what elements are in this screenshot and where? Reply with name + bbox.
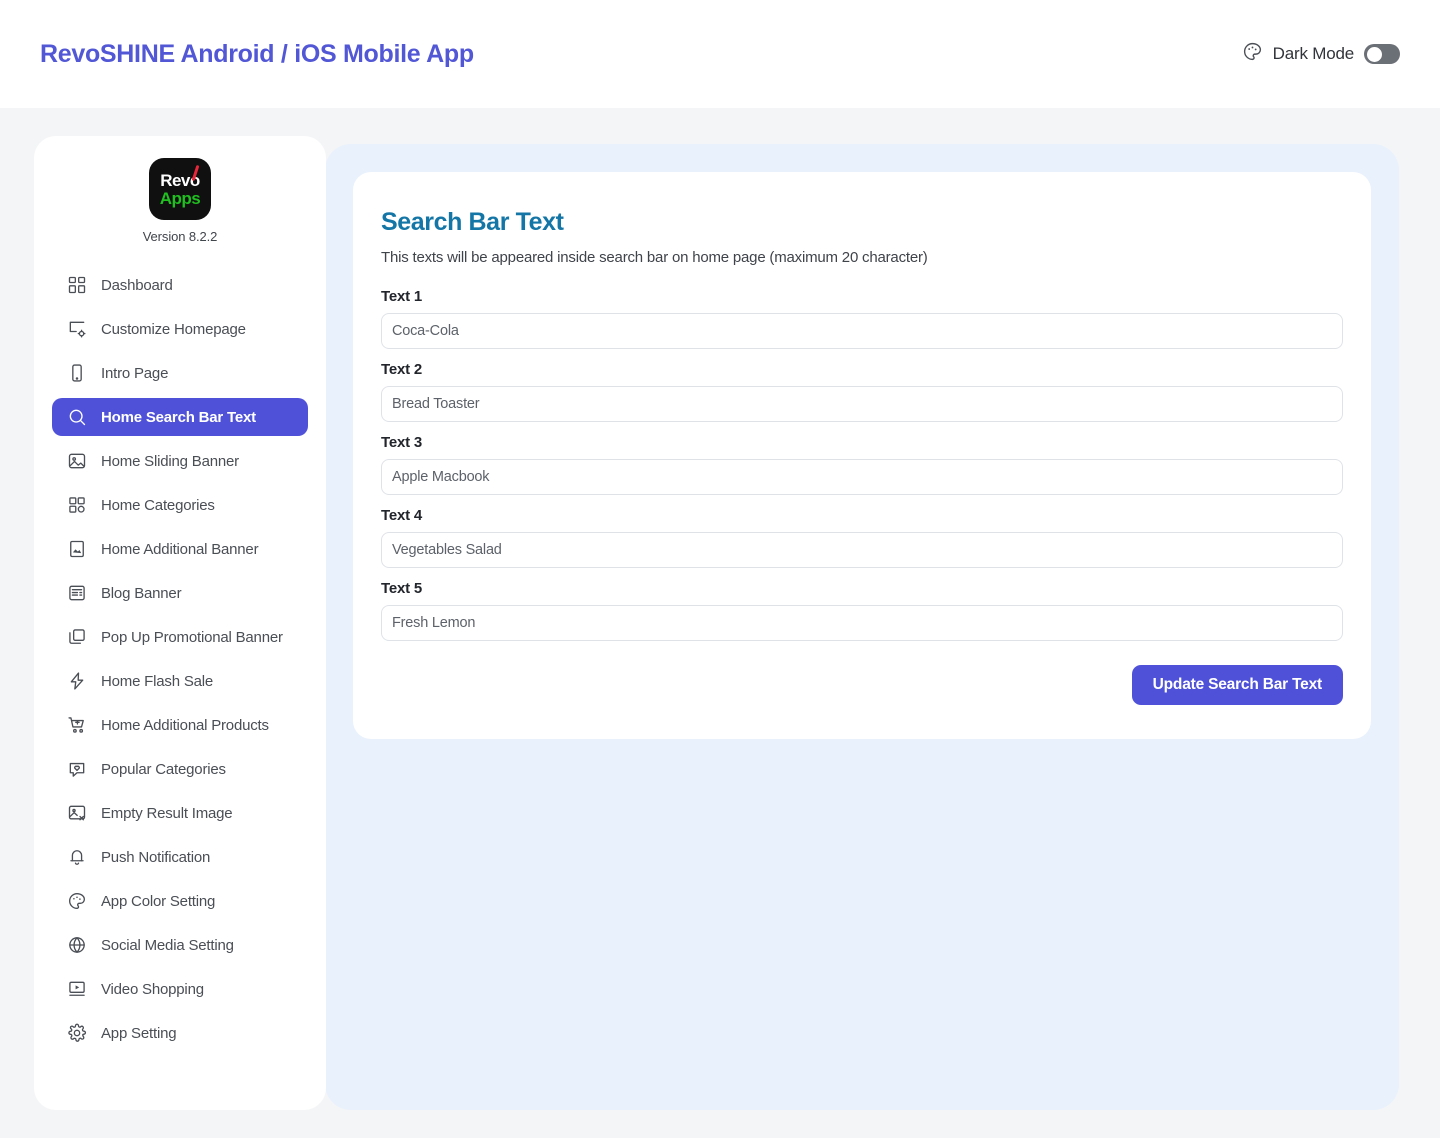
palette-icon — [66, 891, 87, 912]
content-panel: Search Bar Text This texts will be appea… — [325, 144, 1399, 1110]
update-search-bar-text-button[interactable]: Update Search Bar Text — [1131, 665, 1343, 705]
globe-icon — [66, 935, 87, 956]
sidebar-item-intro-page[interactable]: Intro Page — [52, 354, 308, 392]
picture-frame-icon — [66, 539, 87, 560]
cart-plus-icon — [66, 715, 87, 736]
sidebar-item-label: Home Categories — [101, 496, 215, 514]
sidebar-item-app-setting[interactable]: App Setting — [52, 1014, 308, 1052]
field-label-5: Text 5 — [381, 580, 423, 597]
dark-mode-control[interactable]: Dark Mode — [1242, 41, 1400, 67]
sidebar-item-home-additional-products[interactable]: Home Additional Products — [52, 706, 308, 744]
version-label: Version 8.2.2 — [142, 229, 218, 244]
page-title: RevoSHINE Android / iOS Mobile App — [40, 39, 474, 68]
sidebar-item-label: App Setting — [101, 1024, 177, 1042]
sidebar-item-label: Home Flash Sale — [101, 672, 214, 690]
mobile-phone-icon — [66, 363, 87, 384]
sidebar-item-label: Intro Page — [101, 364, 169, 382]
sidebar-item-label: Home Sliding Banner — [101, 452, 239, 470]
sidebar-item-label: Pop Up Promotional Banner — [101, 628, 283, 646]
card-title: Search Bar Text — [381, 208, 564, 236]
card-actions: Update Search Bar Text — [381, 665, 1343, 705]
sidebar-item-label: Blog Banner — [101, 584, 182, 602]
search-text-input-2[interactable] — [381, 386, 1343, 422]
field-group-1: Text 1 — [381, 288, 1343, 349]
field-group-5: Text 5 — [381, 580, 1343, 641]
field-label-4: Text 4 — [381, 507, 423, 524]
windows-stack-icon — [66, 627, 87, 648]
sidebar-item-home-categories[interactable]: Home Categories — [52, 486, 308, 524]
sidebar-item-home-additional-banner[interactable]: Home Additional Banner — [52, 530, 308, 568]
dark-mode-toggle[interactable] — [1364, 44, 1400, 64]
sidebar-item-label: Dashboard — [101, 276, 173, 294]
field-group-4: Text 4 — [381, 507, 1343, 568]
sidebar-item-blog-banner[interactable]: Blog Banner — [52, 574, 308, 612]
dark-mode-label: Dark Mode — [1272, 44, 1355, 63]
search-text-fields: Text 1 Text 2 Text 3 Text 4 Text 5 — [381, 288, 1343, 641]
sidebar-item-home-sliding-banner[interactable]: Home Sliding Banner — [52, 442, 308, 480]
logo-line-2: Apps — [159, 188, 201, 208]
sidebar-item-label: Push Notification — [101, 848, 211, 866]
lightning-bolt-icon — [66, 671, 87, 692]
sidebar-item-label: Video Shopping — [101, 980, 204, 998]
card-description: This texts will be appeared inside searc… — [381, 249, 928, 266]
palette-icon — [1242, 41, 1263, 67]
app-logo-block: Revo Apps Version 8.2.2 — [34, 158, 326, 266]
sidebar-item-popular-categories[interactable]: Popular Categories — [52, 750, 308, 788]
heart-bubble-icon — [66, 759, 87, 780]
field-label-2: Text 2 — [381, 361, 423, 378]
sidebar-item-social-media-setting[interactable]: Social Media Setting — [52, 926, 308, 964]
bell-icon — [66, 847, 87, 868]
dashboard-grid-icon — [66, 275, 87, 296]
field-group-3: Text 3 — [381, 434, 1343, 495]
sidebar-item-app-color-setting[interactable]: App Color Setting — [52, 882, 308, 920]
toggle-knob — [1367, 46, 1382, 62]
sidebar-item-customize-homepage[interactable]: Customize Homepage — [52, 310, 308, 348]
search-icon — [66, 407, 87, 428]
field-label-1: Text 1 — [381, 288, 423, 305]
sidebar-item-label: Home Search Bar Text — [101, 408, 256, 426]
search-text-input-3[interactable] — [381, 459, 1343, 495]
revo-apps-logo: Revo Apps — [149, 158, 211, 220]
layout-settings-icon — [66, 319, 87, 340]
video-play-icon — [66, 979, 87, 1000]
sidebar-item-label: App Color Setting — [101, 892, 216, 910]
article-icon — [66, 583, 87, 604]
sidebar-item-label: Home Additional Products — [101, 716, 269, 734]
search-text-input-5[interactable] — [381, 605, 1343, 641]
field-group-2: Text 2 — [381, 361, 1343, 422]
sidebar: Revo Apps Version 8.2.2 Dashboard Customi… — [34, 136, 326, 1110]
search-text-input-1[interactable] — [381, 313, 1343, 349]
sidebar-item-dashboard[interactable]: Dashboard — [52, 266, 308, 304]
search-bar-text-card: Search Bar Text This texts will be appea… — [353, 172, 1371, 739]
sidebar-item-label: Popular Categories — [101, 760, 226, 778]
grid-icon — [66, 495, 87, 516]
sidebar-item-label: Social Media Setting — [101, 936, 234, 954]
sidebar-item-home-flash-sale[interactable]: Home Flash Sale — [52, 662, 308, 700]
sidebar-item-label: Customize Homepage — [101, 320, 246, 338]
app-header: RevoSHINE Android / iOS Mobile App Dark … — [0, 0, 1440, 108]
page-body: Revo Apps Version 8.2.2 Dashboard Customi… — [0, 108, 1440, 1138]
image-icon — [66, 451, 87, 472]
sidebar-item-pop-up-promotional-banner[interactable]: Pop Up Promotional Banner — [52, 618, 308, 656]
sidebar-item-label: Empty Result Image — [101, 804, 233, 822]
sidebar-item-home-search-bar-text[interactable]: Home Search Bar Text — [52, 398, 308, 436]
gear-icon — [66, 1023, 87, 1044]
search-text-input-4[interactable] — [381, 532, 1343, 568]
image-x-icon — [66, 803, 87, 824]
sidebar-item-video-shopping[interactable]: Video Shopping — [52, 970, 308, 1008]
sidebar-item-empty-result-image[interactable]: Empty Result Image — [52, 794, 308, 832]
sidebar-item-push-notification[interactable]: Push Notification — [52, 838, 308, 876]
sidebar-nav: Dashboard Customize Homepage Intro Page Hom… — [34, 266, 326, 1052]
sidebar-item-label: Home Additional Banner — [101, 540, 259, 558]
field-label-3: Text 3 — [381, 434, 423, 451]
